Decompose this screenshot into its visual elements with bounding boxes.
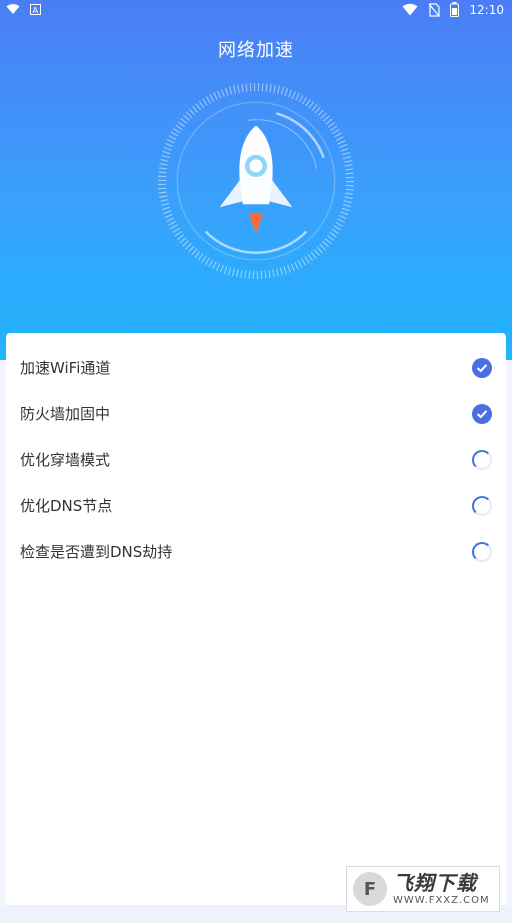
wifi-signal-icon [402,3,418,16]
rocket-icon [219,125,293,234]
wifi-icon [6,4,20,14]
step-row: 加速WiFi通道 [6,344,506,390]
screen: A 12:10 网络加速 加速WiFi通道 防火墙加固中 优化穿墙模式 优化DN… [0,0,512,923]
clock: 12:10 [469,2,504,17]
loading-spinner-icon [472,496,492,516]
rocket-gauge [158,83,354,279]
check-icon [472,358,492,378]
check-icon [472,404,492,424]
loading-spinner-icon [472,450,492,470]
watermark-sub-text: WWW.FXXZ.COM [393,894,490,906]
page-title: 网络加速 [218,40,294,61]
loading-spinner-icon [472,542,492,562]
step-row: 检查是否遭到DNS劫持 [6,528,506,574]
step-row: 优化穿墙模式 [6,436,506,482]
step-row: 防火墙加固中 [6,390,506,436]
step-label: 优化穿墙模式 [20,451,111,469]
step-row: 优化DNS节点 [6,482,506,528]
watermark-logo-icon: F [353,872,387,906]
hero-header: A 12:10 网络加速 [0,0,512,360]
app-a-icon: A [30,3,41,15]
status-bar: A 12:10 [0,0,512,22]
watermark: F 飞翔下载 WWW.FXXZ.COM [346,866,500,912]
step-label: 加速WiFi通道 [20,359,111,377]
step-label: 防火墙加固中 [20,405,111,423]
progress-panel: 加速WiFi通道 防火墙加固中 优化穿墙模式 优化DNS节点 检查是否遭到DNS… [6,333,506,905]
step-label: 检查是否遭到DNS劫持 [20,543,173,561]
battery-icon [450,2,460,17]
step-label: 优化DNS节点 [20,497,113,515]
watermark-main-text: 飞翔下载 [393,870,477,895]
step-list: 加速WiFi通道 防火墙加固中 优化穿墙模式 优化DNS节点 检查是否遭到DNS… [6,344,506,574]
no-sim-icon [428,2,441,17]
svg-text:A: A [33,6,39,15]
